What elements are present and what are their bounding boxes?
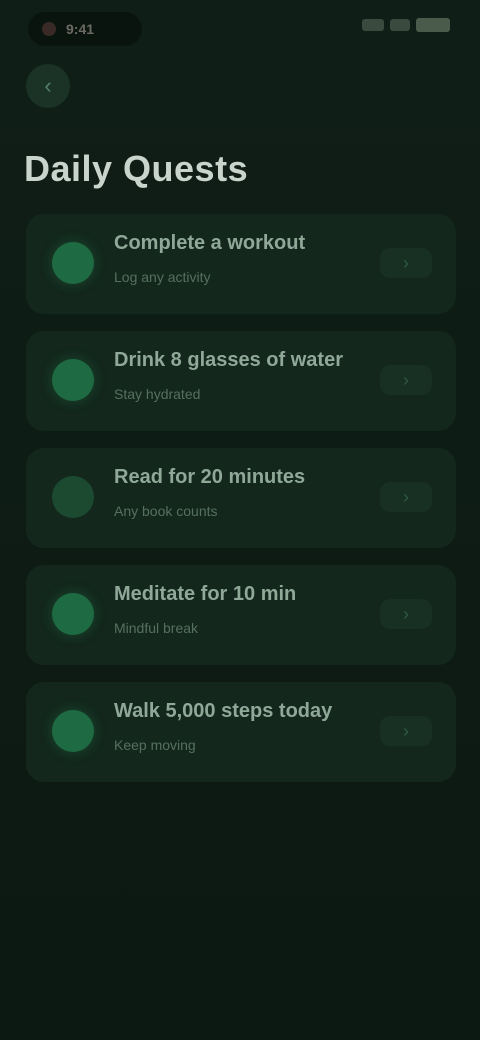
quest-text: Walk 5,000 steps today Keep moving	[114, 700, 366, 753]
chevron-right-icon: ›	[403, 252, 409, 273]
quest-status-icon	[52, 242, 94, 284]
quest-item[interactable]: Meditate for 10 min Mindful break ›	[26, 565, 456, 665]
quest-item[interactable]: Read for 20 minutes Any book counts ›	[26, 448, 456, 548]
quest-action-button[interactable]: ›	[380, 365, 432, 395]
quest-item[interactable]: Complete a workout Log any activity ›	[26, 214, 456, 314]
quest-action-button[interactable]: ›	[380, 482, 432, 512]
quest-text: Drink 8 glasses of water Stay hydrated	[114, 349, 366, 402]
quest-text: Meditate for 10 min Mindful break	[114, 583, 366, 636]
chevron-right-icon: ›	[403, 369, 409, 390]
signal-icon	[362, 19, 384, 31]
quest-text: Read for 20 minutes Any book counts	[114, 466, 366, 519]
quest-title: Drink 8 glasses of water	[114, 349, 343, 371]
recording-indicator-icon	[42, 22, 56, 36]
status-bar: 9:41	[0, 0, 480, 60]
quest-item[interactable]: Drink 8 glasses of water Stay hydrated ›	[26, 331, 456, 431]
quest-subtitle: Stay hydrated	[114, 386, 201, 402]
quest-action-button[interactable]: ›	[380, 716, 432, 746]
quest-title: Meditate for 10 min	[114, 583, 297, 605]
quest-status-icon	[52, 359, 94, 401]
quest-list: Complete a workout Log any activity › Dr…	[26, 214, 456, 799]
quest-title: Read for 20 minutes	[114, 466, 306, 488]
quest-title: Complete a workout	[114, 232, 306, 254]
battery-icon	[416, 18, 450, 32]
page-title: Daily Quests	[24, 148, 249, 189]
quest-status-icon	[52, 710, 94, 752]
quest-action-button[interactable]: ›	[380, 599, 432, 629]
back-button[interactable]: ‹	[26, 64, 70, 108]
quest-subtitle: Keep moving	[114, 737, 196, 753]
quest-text: Complete a workout Log any activity	[114, 232, 366, 285]
quest-subtitle: Any book counts	[114, 503, 218, 519]
wifi-icon	[390, 19, 410, 31]
status-time-pill: 9:41	[28, 12, 142, 46]
quest-subtitle: Log any activity	[114, 269, 211, 285]
quest-subtitle: Mindful break	[114, 620, 199, 636]
quest-action-button[interactable]: ›	[380, 248, 432, 278]
chevron-right-icon: ›	[403, 603, 409, 624]
status-indicators	[362, 18, 450, 32]
app-screen: 9:41 ‹ Daily Quests Complete a workout L…	[0, 0, 480, 1040]
quest-title: Walk 5,000 steps today	[114, 700, 333, 722]
chevron-right-icon: ›	[403, 486, 409, 507]
quest-item[interactable]: Walk 5,000 steps today Keep moving ›	[26, 682, 456, 782]
quest-status-icon	[52, 476, 94, 518]
chevron-left-icon: ‹	[44, 73, 52, 98]
status-time: 9:41	[66, 21, 95, 37]
quest-status-icon	[52, 593, 94, 635]
chevron-right-icon: ›	[403, 720, 409, 741]
